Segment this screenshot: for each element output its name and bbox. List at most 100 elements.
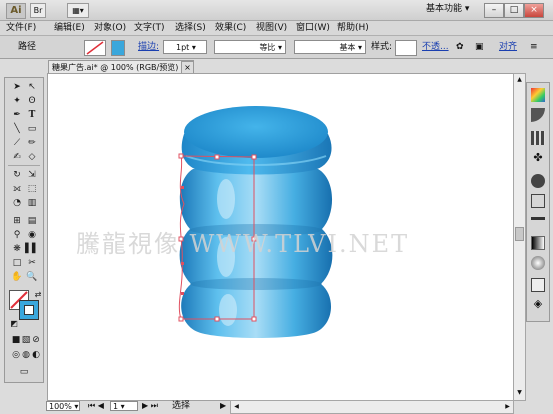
free-transform-tool-icon[interactable]: ⬚ xyxy=(25,183,39,195)
menu-edit[interactable]: 编辑(E) xyxy=(54,22,85,34)
menu-view[interactable]: 视图(V) xyxy=(256,22,287,34)
vertical-scrollbar[interactable]: ▲ ▼ xyxy=(513,73,526,401)
symbols-panel-icon[interactable] xyxy=(531,174,545,188)
color-guide-panel-icon[interactable] xyxy=(531,108,545,122)
appearance-panel-icon[interactable] xyxy=(531,278,545,292)
rotate-tool-icon[interactable]: ↻ xyxy=(10,169,24,181)
transparency-panel-icon[interactable] xyxy=(531,256,545,270)
artboard-canvas[interactable]: 騰龍視像 WWW.TLVI.NET xyxy=(47,73,514,401)
selection-tool-icon[interactable]: ➤ xyxy=(10,81,24,93)
menu-help[interactable]: 帮助(H) xyxy=(337,22,369,34)
column-graph-tool-icon[interactable]: ▌▌ xyxy=(25,243,39,255)
artboard-tool-icon[interactable]: □ xyxy=(10,257,24,269)
fill-swatch[interactable] xyxy=(84,40,106,56)
brushes-panel-icon[interactable]: ✤ xyxy=(531,151,545,165)
scale-tool-icon[interactable]: ⇲ xyxy=(25,169,39,181)
mesh-tool-icon[interactable]: ⊞ xyxy=(10,215,24,227)
jar-lid-top xyxy=(184,106,328,158)
tool-separator xyxy=(8,165,40,166)
workspace-switcher[interactable]: 基本功能 ▾ xyxy=(426,3,478,16)
perspective-grid-tool-icon[interactable]: ▥ xyxy=(25,197,39,209)
rectangle-tool-icon[interactable]: ▭ xyxy=(25,123,39,135)
draw-inside-icon[interactable]: ◐ xyxy=(29,349,43,361)
zoom-level-field[interactable]: 100% ▾ xyxy=(46,401,80,411)
width-tool-icon[interactable]: ⟗ xyxy=(10,183,24,195)
lasso-tool-icon[interactable]: ʘ xyxy=(25,95,39,107)
profile-label: 等比 xyxy=(259,43,276,52)
shape-builder-tool-icon[interactable]: ◔ xyxy=(10,197,24,209)
stroke-swatch[interactable] xyxy=(111,40,125,56)
stroke-weight-value: 1pt xyxy=(176,43,190,52)
style-label: 样式: xyxy=(371,42,393,52)
menu-bar: 文件(F) 编辑(E) 对象(O) 文字(T) 选择(S) 效果(C) 视图(V… xyxy=(0,21,553,36)
none-mode-icon[interactable]: ⊘ xyxy=(29,334,43,346)
gradient-tool-icon[interactable]: ▤ xyxy=(25,215,39,227)
menu-object[interactable]: 对象(O) xyxy=(94,22,126,34)
screen-mode-icon[interactable]: ▭ xyxy=(17,366,31,378)
layers-panel-icon[interactable]: ◈ xyxy=(531,297,545,311)
arrange-documents-button[interactable]: ▦▾ xyxy=(67,3,89,18)
bridge-button[interactable]: Br xyxy=(30,3,46,18)
symbol-sprayer-tool-icon[interactable]: ❋ xyxy=(10,243,24,255)
stroke-panel-icon[interactable] xyxy=(531,217,545,225)
gradient-panel-icon[interactable] xyxy=(531,236,545,250)
slice-tool-icon[interactable]: ✂ xyxy=(25,257,39,269)
scroll-left-icon[interactable]: ◀ xyxy=(232,402,241,411)
eyedropper-tool-icon[interactable]: ⚲ xyxy=(10,229,24,241)
artboard-number: 1 xyxy=(113,402,119,411)
document-tab-title: 糖果广告.ai* @ 100% (RGB/预览) xyxy=(52,63,179,72)
menu-type[interactable]: 文字(T) xyxy=(134,22,165,34)
scroll-right-icon[interactable]: ▶ xyxy=(503,402,512,411)
direct-selection-tool-icon[interactable]: ↖ xyxy=(25,81,39,93)
hand-tool-icon[interactable]: ✋ xyxy=(10,271,24,283)
stroke-color-box[interactable] xyxy=(19,300,39,320)
opacity-link[interactable]: 不透... xyxy=(422,41,449,53)
brush-definition[interactable]: 基本 ▾ xyxy=(294,40,366,54)
menu-effect[interactable]: 效果(C) xyxy=(215,22,246,34)
variable-width-profile[interactable]: 等比 ▾ xyxy=(214,40,286,54)
default-colors-icon[interactable]: ◩ xyxy=(7,318,21,330)
scroll-thumb[interactable] xyxy=(515,227,524,241)
pen-tool-icon[interactable]: ✒ xyxy=(10,109,24,121)
status-menu-icon[interactable]: ▶ xyxy=(220,400,226,412)
stroke-link[interactable]: 描边: xyxy=(138,41,159,53)
control-bar: 路径 描边: 1pt ▾ 等比 ▾ 基本 ▾ 样式: 不透... ✿ ▣ 对齐 … xyxy=(0,36,553,59)
zoom-tool-icon[interactable]: 🔍 xyxy=(25,271,39,283)
menu-window[interactable]: 窗口(W) xyxy=(296,22,330,34)
close-icon[interactable]: × xyxy=(524,3,544,18)
jar-rib-shadow xyxy=(190,278,322,290)
line-tool-icon[interactable]: ╲ xyxy=(10,123,24,135)
document-tab[interactable]: 糖果广告.ai* @ 100% (RGB/预览) xyxy=(48,60,194,73)
type-tool-icon[interactable]: T xyxy=(25,109,39,121)
panel-menu-icon[interactable]: ≡ xyxy=(530,41,538,53)
graphic-styles-panel-icon[interactable] xyxy=(531,194,545,208)
artboard-number-field[interactable]: 1 ▾ xyxy=(110,401,138,411)
paintbrush-tool-icon[interactable]: ⟋ xyxy=(10,137,24,149)
restore-icon[interactable]: □ xyxy=(504,3,524,18)
eraser-tool-icon[interactable]: ◇ xyxy=(25,151,39,163)
minimize-icon[interactable]: – xyxy=(484,3,504,18)
menu-select[interactable]: 选择(S) xyxy=(175,22,206,34)
color-panel-icon[interactable] xyxy=(531,88,545,102)
swatches-panel-icon[interactable] xyxy=(531,131,545,145)
recolor-artwork-icon[interactable]: ✿ xyxy=(456,41,464,53)
artboard-next-last-icon[interactable]: ▶ ⏭ xyxy=(142,400,158,412)
menu-file[interactable]: 文件(F) xyxy=(6,22,36,34)
scroll-down-icon[interactable]: ▼ xyxy=(515,388,524,397)
blob-brush-tool-icon[interactable]: ✍ xyxy=(10,151,24,163)
horizontal-scrollbar[interactable]: ◀ ▶ xyxy=(230,400,514,414)
scroll-up-icon[interactable]: ▲ xyxy=(515,75,524,84)
isolate-group-icon[interactable]: ▣ xyxy=(475,41,484,53)
brush-label: 基本 xyxy=(339,43,356,52)
blend-tool-icon[interactable]: ◉ xyxy=(25,229,39,241)
align-link[interactable]: 对齐 xyxy=(499,41,517,53)
title-bar: Ai Br ▦▾ 基本功能 ▾ – □ × xyxy=(0,0,553,21)
pencil-tool-icon[interactable]: ✏ xyxy=(25,137,39,149)
graphic-style-picker[interactable] xyxy=(395,40,417,56)
magic-wand-tool-icon[interactable]: ✦ xyxy=(10,95,24,107)
artboard-first-prev-icon[interactable]: ⏮ ◀ xyxy=(88,400,104,412)
swap-fill-stroke-icon[interactable]: ⇄ xyxy=(31,289,45,301)
status-tool-mode: 选择 xyxy=(172,401,191,411)
stroke-weight-input[interactable]: 1pt ▾ xyxy=(163,40,207,54)
object-type-label: 路径 xyxy=(18,42,37,52)
